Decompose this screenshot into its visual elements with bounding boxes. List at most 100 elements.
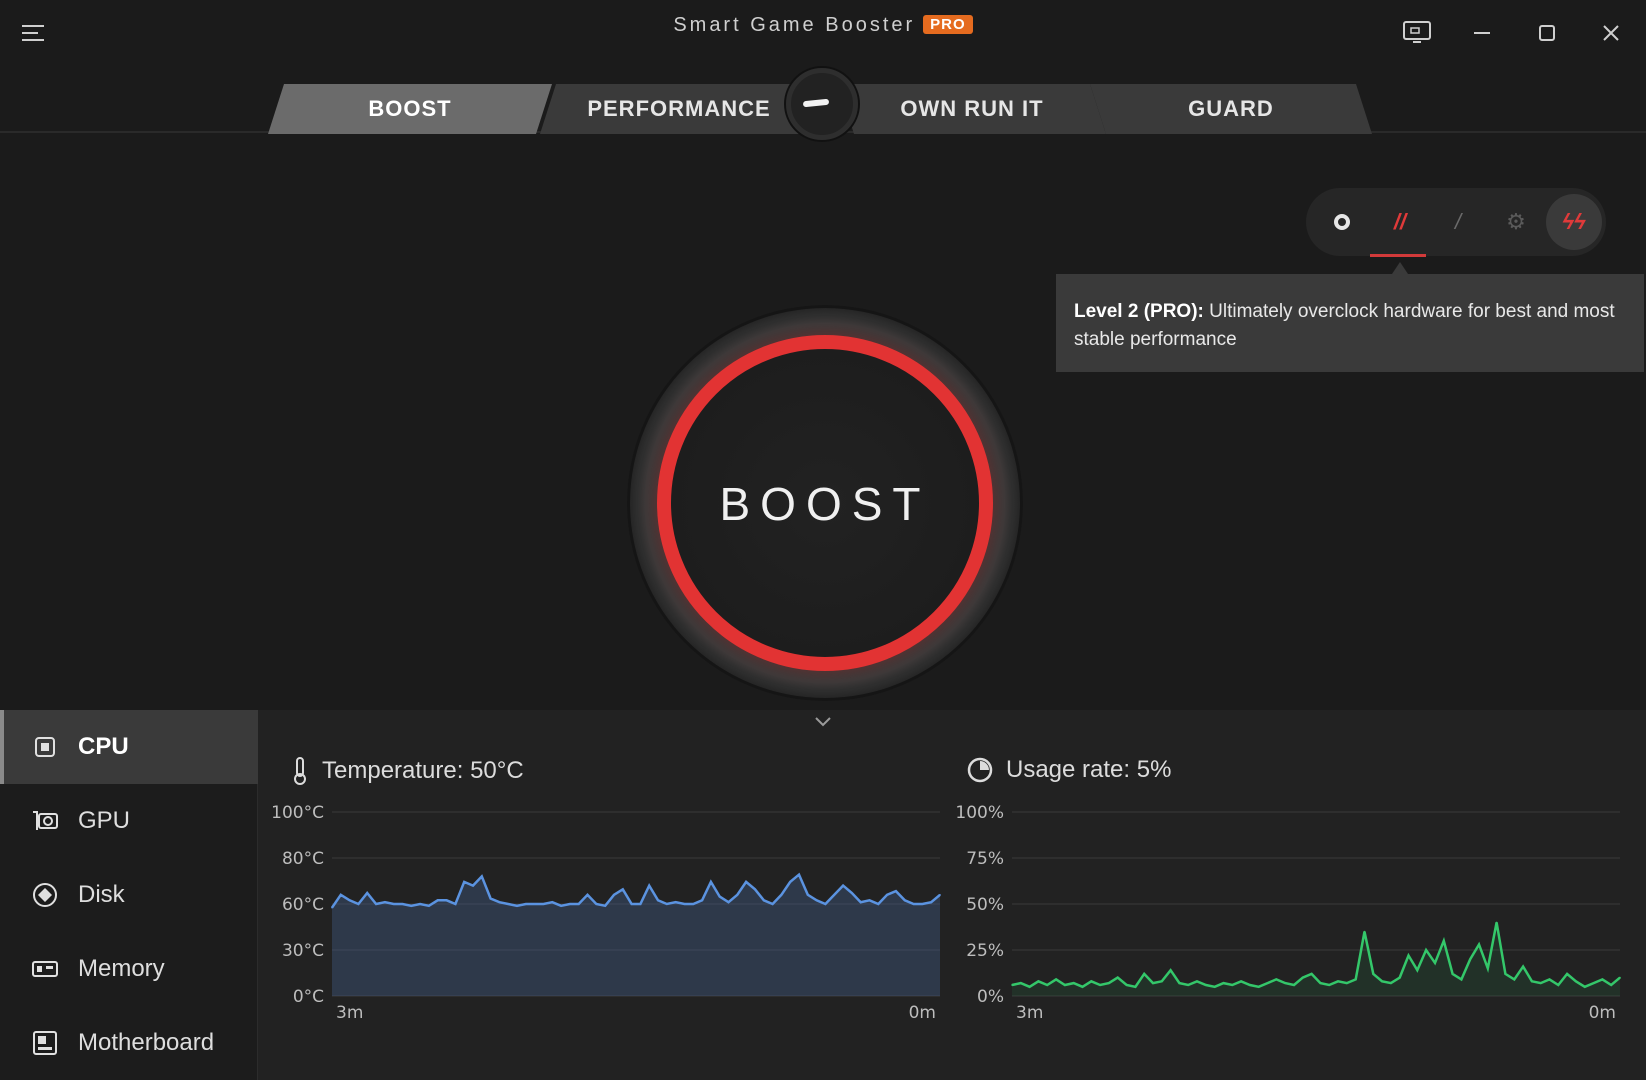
- tooltip-arrow: [1392, 262, 1408, 274]
- data-point: [921, 903, 924, 905]
- data-point: [340, 894, 342, 896]
- data-point: [1619, 976, 1621, 979]
- data-point: [710, 881, 712, 883]
- data-point: [1169, 969, 1172, 972]
- sidebar-item-motherboard[interactable]: Motherboard: [0, 1006, 258, 1080]
- data-point: [683, 903, 686, 905]
- data-point: [1231, 984, 1234, 986]
- sidebar-item-gpu[interactable]: GPU: [0, 784, 258, 858]
- lightning-icon: ϟϟ: [1562, 209, 1586, 234]
- data-point: [357, 903, 360, 905]
- data-point: [701, 899, 703, 902]
- data-point: [1099, 984, 1101, 986]
- sidebar-item-label: Memory: [78, 955, 165, 982]
- tooltip-heading: Level 2 (PRO):: [1074, 301, 1204, 322]
- data-point: [1522, 965, 1524, 968]
- data-point: [498, 901, 501, 903]
- level-3-button[interactable]: ⚙: [1492, 198, 1540, 246]
- sidebar-item-disk[interactable]: Disk: [0, 858, 258, 932]
- data-point: [348, 899, 351, 902]
- tab-own-run-it[interactable]: OWN RUN IT: [838, 84, 1106, 134]
- data-point: [560, 905, 562, 907]
- data-point: [1284, 982, 1286, 984]
- tab-performance[interactable]: PERFORMANCE: [540, 84, 818, 134]
- data-point: [1090, 980, 1093, 983]
- data-point: [1487, 967, 1489, 970]
- data-point: [815, 899, 818, 902]
- data-point: [1566, 973, 1568, 975]
- data-point: [1213, 986, 1216, 988]
- boost-level-selector: // / ⚙ ϟϟ: [1306, 188, 1606, 256]
- chevron-down-icon[interactable]: [812, 712, 834, 732]
- data-point: [657, 899, 659, 902]
- temperature-chart: 100°C 80°C 60°C 30°C 0°C 3m 0m: [271, 803, 941, 1023]
- data-point: [1160, 980, 1163, 983]
- tab-boost[interactable]: BOOST: [268, 84, 552, 134]
- data-point: [516, 905, 518, 907]
- data-point: [1222, 982, 1225, 984]
- data-point: [1011, 984, 1013, 986]
- data-point: [621, 888, 624, 891]
- data-point: [1187, 984, 1190, 986]
- minimize-icon[interactable]: [1465, 18, 1499, 48]
- disk-icon: [33, 883, 57, 907]
- pie-icon: [967, 757, 993, 783]
- sidebar-item-cpu[interactable]: CPU: [0, 710, 258, 784]
- data-point: [718, 895, 721, 898]
- data-point: [1372, 973, 1375, 975]
- maximize-icon[interactable]: [1530, 18, 1564, 48]
- close-icon[interactable]: [1594, 18, 1628, 48]
- data-point: [1434, 962, 1436, 964]
- usage-label: Usage rate: 5%: [1006, 756, 1172, 783]
- data-point: [525, 903, 527, 905]
- data-point: [1152, 982, 1154, 984]
- single-slash-icon: /: [1454, 209, 1462, 234]
- title-bar: Smart Game Booster PRO: [0, 0, 1646, 66]
- data-point: [736, 894, 739, 896]
- temperature-label: Temperature: 50°C: [322, 757, 524, 784]
- sidebar-item-memory[interactable]: Memory: [0, 932, 258, 1006]
- tab-guard[interactable]: GUARD: [1090, 84, 1372, 134]
- sidebar-item-label: Motherboard: [78, 1029, 215, 1056]
- hardware-sidebar: CPU GPU Disk Memory Motherboard: [0, 710, 258, 1080]
- data-point: [1319, 982, 1322, 984]
- data-point: [727, 901, 730, 903]
- level-4-button[interactable]: ϟϟ: [1546, 194, 1602, 250]
- level-0-button[interactable]: [1318, 198, 1366, 246]
- data-point: [674, 901, 677, 903]
- data-point: [401, 903, 404, 905]
- data-point: [639, 903, 642, 905]
- data-point: [480, 875, 483, 878]
- cpu-icon: [35, 737, 55, 757]
- level-2-button[interactable]: /: [1434, 198, 1482, 246]
- y-tick-label: 100%: [955, 803, 1004, 823]
- data-point: [1513, 978, 1516, 981]
- data-point: [1293, 984, 1295, 986]
- data-point: [1020, 982, 1022, 984]
- data-point: [1495, 921, 1498, 924]
- circle-icon: [1334, 214, 1350, 230]
- data-point: [445, 899, 448, 902]
- x-tick-label: 0m: [909, 1003, 936, 1023]
- data-point: [771, 903, 774, 905]
- gear-icon: ⚙: [1506, 209, 1526, 234]
- data-point: [1178, 982, 1181, 984]
- y-tick-label: 75%: [966, 849, 1004, 869]
- data-point: [1046, 984, 1049, 986]
- y-tick-label: 0°C: [293, 987, 324, 1007]
- data-point: [939, 894, 941, 896]
- data-point: [1257, 986, 1260, 988]
- data-point: [472, 884, 474, 887]
- feedback-monitor-icon[interactable]: [1400, 18, 1434, 48]
- data-point: [1328, 984, 1331, 986]
- data-point: [1116, 976, 1119, 979]
- data-point: [436, 899, 439, 902]
- level-1-button[interactable]: //: [1376, 198, 1424, 246]
- data-point: [1337, 980, 1339, 983]
- pro-badge: PRO: [923, 15, 973, 34]
- level-tooltip: Level 2 (PRO): Ultimately overclock hard…: [1056, 274, 1644, 372]
- data-point: [428, 905, 430, 907]
- usage-title: Usage rate: 5%: [966, 756, 1171, 784]
- data-point: [824, 903, 827, 905]
- boost-button[interactable]: BOOST: [657, 335, 993, 671]
